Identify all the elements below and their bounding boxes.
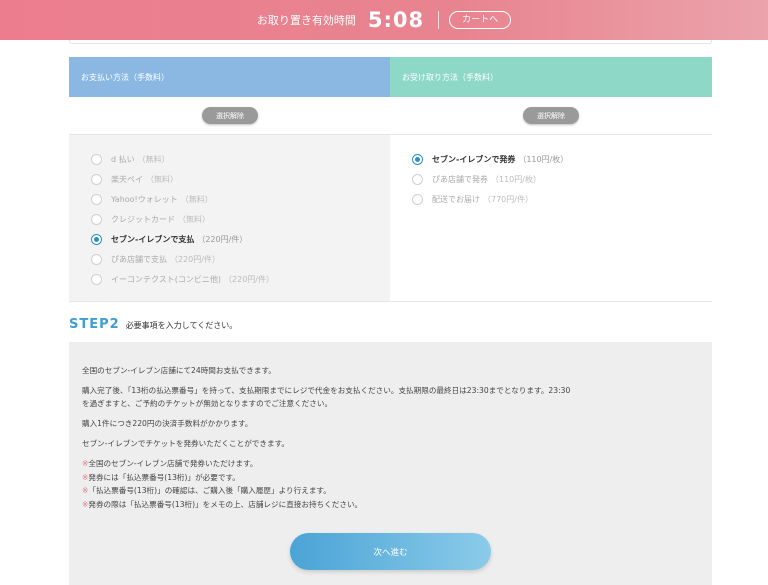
info-text: セブン-イレブンでチケットを発券いただくことができます。 <box>82 439 290 448</box>
reservation-timer-bar: お取り置き有効時間 5:08 カートへ <box>0 0 768 40</box>
option-label: Yahoo!ウォレット <box>111 194 178 204</box>
option-label: イーコンテクスト(コンビニ他) <box>111 274 222 284</box>
info-line: を過ぎますと、ご予約のチケットが無効となりますのでご注意ください。 <box>82 399 333 408</box>
step-number: STEP2 <box>69 317 120 332</box>
radio-button-selected[interactable] <box>412 153 423 165</box>
step-instruction: 必要事項を入力してください。 <box>125 321 238 330</box>
option-label: d 払い <box>111 154 135 164</box>
delivery-options: セブン-イレブンで発券 （110円/枚） ぴあ店舗で発券 （110円/枚） 配送… <box>390 135 712 301</box>
option-label: ぴあ店舗で支払 <box>111 254 167 264</box>
step2-header: STEP2 必要事項を入力してください。 <box>69 317 237 332</box>
option-fee: （110円/枚） <box>518 154 569 164</box>
option-fee: （770円/件） <box>483 194 533 204</box>
note-item: ※「払込票番号(13桁)」の確認は、ご購入後「購入履歴」より行えます。 <box>82 484 712 498</box>
divider <box>438 11 440 29</box>
next-button[interactable]: 次へ進む <box>290 533 491 570</box>
option-label: ぴあ店舗で発券 <box>432 174 488 184</box>
payment-option-seven-eleven[interactable]: セブン-イレブンで支払 （220円/件） <box>91 229 391 249</box>
option-label: 配送でお届け <box>432 194 480 204</box>
option-fee: （無料） <box>137 154 170 164</box>
info-text: 購入1件につき220円の決済手数料がかかります。 <box>82 419 253 428</box>
payment-options: d 払い （無料） 楽天ペイ （無料） Yahoo!ウォレット （無料） クレジ… <box>69 135 391 301</box>
payment-option-yahoo-wallet[interactable]: Yahoo!ウォレット （無料） <box>91 189 391 209</box>
delivery-option-shipping[interactable]: 配送でお届け （770円/件） <box>412 189 712 209</box>
payment-option-pia-store[interactable]: ぴあ店舗で支払 （220円/件） <box>91 249 391 269</box>
option-fee: （220円/件） <box>197 234 248 244</box>
radio-button[interactable] <box>91 213 102 225</box>
note-item: ※発券には「払込票番号(13桁)」が必要です。 <box>82 471 712 485</box>
note-item: ※全国のセブン-イレブン店舗で発券いただけます。 <box>82 457 712 471</box>
option-fee: （無料） <box>180 194 213 204</box>
delivery-clear-row: 選択解除 <box>390 97 712 135</box>
radio-button[interactable] <box>91 153 102 165</box>
payment-option-econtext[interactable]: イーコンテクスト(コンビニ他) （220円/件） <box>91 269 391 289</box>
note-text: 発券の際は「払込票番号(13桁)」をメモの上、店舗レジに直接お持ちください。 <box>88 499 363 509</box>
cart-button[interactable]: カートへ <box>449 11 512 29</box>
info-text: 購入完了後、「13桁の払込票番号」を持って、支払期限までにレジで代金をお支払くだ… <box>82 384 712 410</box>
radio-button[interactable] <box>412 173 423 185</box>
payment-method-column: お支払い方法（手数料） 選択解除 d 払い （無料） 楽天ペイ （無料） Yah… <box>69 57 391 301</box>
option-label: セブン-イレブンで発券 <box>432 154 516 164</box>
payment-option-credit-card[interactable]: クレジットカード （無料） <box>91 209 391 229</box>
section-divider <box>69 301 712 302</box>
radio-button[interactable] <box>91 193 102 205</box>
info-text: 全国のセブン-イレブン店舗にて24時間お支払できます。 <box>82 366 276 375</box>
info-line: 購入完了後、「13桁の払込票番号」を持って、支払期限までにレジで代金をお支払くだ… <box>82 386 571 395</box>
option-fee: （220円/件） <box>224 274 274 284</box>
previous-section-edge <box>69 40 712 44</box>
payment-clear-button[interactable]: 選択解除 <box>202 107 258 124</box>
payment-option-dbarai[interactable]: d 払い （無料） <box>91 149 391 169</box>
note-item: ※発券の際は「払込票番号(13桁)」をメモの上、店舗レジに直接お持ちください。 <box>82 498 712 512</box>
note-text: 発券には「払込票番号(13桁)」が必要です。 <box>88 472 240 482</box>
payment-option-rakuten-pay[interactable]: 楽天ペイ （無料） <box>91 169 391 189</box>
notes-list: ※全国のセブン-イレブン店舗で発券いただけます。 ※発券には「払込票番号(13桁… <box>82 457 712 511</box>
timer-value: 5:08 <box>367 8 425 32</box>
payment-method-heading: お支払い方法（手数料） <box>69 57 391 97</box>
timer-label: お取り置き有効時間 <box>256 14 356 27</box>
radio-button[interactable] <box>412 193 423 205</box>
note-text: 全国のセブン-イレブン店舗で発券いただけます。 <box>88 459 258 468</box>
radio-button[interactable] <box>91 173 102 185</box>
delivery-option-seven-eleven[interactable]: セブン-イレブンで発券 （110円/枚） <box>412 149 712 169</box>
option-label: 楽天ペイ <box>111 174 143 184</box>
option-label: セブン-イレブンで支払 <box>111 234 195 244</box>
option-fee: （無料） <box>178 214 210 224</box>
note-text: 「払込票番号(13桁)」の確認は、ご購入後「購入履歴」より行えます。 <box>88 486 331 495</box>
delivery-clear-button[interactable]: 選択解除 <box>523 107 579 124</box>
option-fee: （無料） <box>146 174 178 184</box>
radio-button-selected[interactable] <box>91 233 102 245</box>
option-label: クレジットカード <box>111 214 175 224</box>
delivery-method-heading: お受け取り方法（手数料） <box>390 57 712 97</box>
delivery-option-pia-store[interactable]: ぴあ店舗で発券 （110円/枚） <box>412 169 712 189</box>
option-fee: （110円/枚） <box>491 174 541 184</box>
delivery-method-column: お受け取り方法（手数料） 選択解除 セブン-イレブンで発券 （110円/枚） ぴ… <box>390 57 712 301</box>
option-fee: （220円/件） <box>170 254 220 264</box>
radio-button[interactable] <box>91 253 102 265</box>
payment-clear-row: 選択解除 <box>69 97 391 135</box>
radio-button[interactable] <box>91 273 102 285</box>
